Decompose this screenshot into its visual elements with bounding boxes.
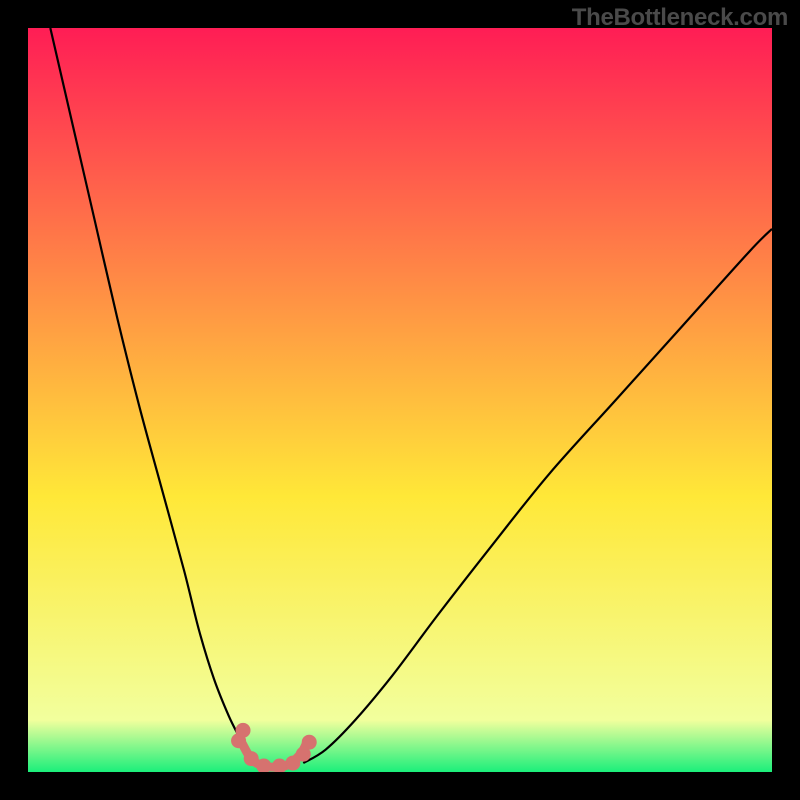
floor-dot [236, 723, 251, 738]
watermark-text: TheBottleneck.com [572, 4, 788, 32]
floor-dot [244, 751, 259, 766]
plot-area [28, 28, 772, 772]
gradient-background [28, 28, 772, 772]
chart-frame: TheBottleneck.com [0, 0, 800, 800]
chart-svg [28, 28, 772, 772]
floor-dot [302, 735, 317, 750]
